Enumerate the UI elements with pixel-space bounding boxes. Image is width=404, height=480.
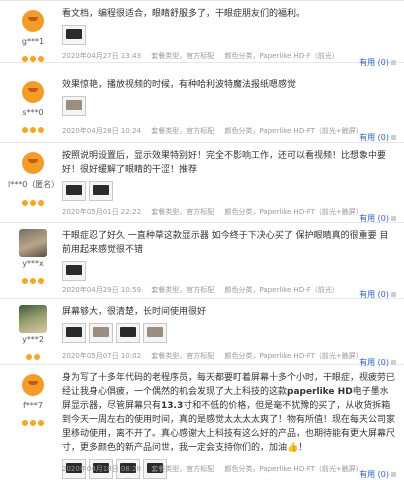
avatar — [19, 149, 47, 177]
review-item: f***7 身为写了十多年代码的老程序员，每天都要盯着屏幕十多个小时，干眼症，视… — [0, 365, 404, 480]
review-text: 屏幕够大，很清楚，长时间使用很好 — [62, 307, 207, 317]
review-photo[interactable] — [62, 261, 86, 281]
level-badges — [8, 191, 58, 206]
review-date: 2020年04月29日 10:59 — [62, 286, 142, 294]
review-meta: 2020年05月01日 22:22 套餐类型，官方标配 颜色分类，Paperli… — [62, 207, 396, 217]
review-item: s***0 效果惊艳，播放视频的时候，有种哈利波特魔法报纸嗯感觉 2020年04… — [0, 72, 404, 143]
color-option: 颜色分类，Paperlike HD-F（前光） — [224, 286, 339, 294]
reviewer: g***1 — [8, 7, 58, 62]
useful-label: 有用 (0) — [359, 214, 389, 223]
reviewer-name: y***x — [22, 259, 44, 268]
color-option: 颜色分类，Paperlike HD-FT（前光+触屏） — [224, 465, 363, 473]
color-option: 颜色分类，Paperlike HD-F（前光） — [224, 52, 339, 60]
review-date: 2020年04月28日 10:24 — [62, 127, 142, 135]
review-photo[interactable] — [62, 181, 86, 201]
color-option: 颜色分类，Paperlike HD-FT（前光+触屏） — [224, 352, 363, 360]
package-type: 套餐类型，官方标配 — [151, 127, 215, 135]
review-date: 2020年05月07日 10:02 — [62, 352, 142, 360]
review-text: 按照说明设置后，显示效果特别好！完全不影响工作，还可以看视频！比想象中要好！很好… — [62, 151, 387, 175]
review-photo[interactable] — [89, 181, 113, 201]
review-photo[interactable] — [89, 323, 113, 343]
level-badges — [8, 345, 58, 360]
review-meta: 2020年04月27日 13:43 套餐类型，官方标配 颜色分类，Paperli… — [62, 51, 396, 61]
color-option: 颜色分类，Paperlike HD-FT（前光+触屏） — [224, 208, 363, 216]
level-badges — [8, 411, 58, 426]
level-badges — [8, 118, 58, 133]
thumbs-up-icon — [391, 135, 396, 140]
level-badges — [8, 269, 58, 284]
useful-label: 有用 (0) — [359, 470, 389, 479]
useful-label: 有用 (0) — [359, 133, 389, 142]
review-text: 效果惊艳，播放视频的时候，有种哈利波特魔法报纸嗯感觉 — [62, 80, 297, 90]
useful-button[interactable]: 有用 (0) — [359, 132, 396, 143]
review-text: 看文档，编程很适合，眼睛舒服多了，干眼症朋友们的福利。 — [62, 9, 306, 19]
reviewer-name: g***1 — [21, 37, 45, 46]
review-item: y***2 屏幕够大，很清楚，长时间使用很好 2020年05月07日 10:02… — [0, 299, 404, 367]
useful-label: 有用 (0) — [359, 58, 389, 67]
review-photo[interactable] — [62, 96, 86, 116]
review-meta: 2020年05月07日 10:02 套餐类型，官方标配 颜色分类，Paperli… — [62, 351, 396, 361]
reviewer: y***x — [8, 229, 58, 284]
thumbs-up-icon — [391, 216, 396, 221]
reviewer: f***7 — [8, 371, 58, 426]
review-list: g***1 看文档，编程很适合，眼睛舒服多了，干眼症朋友们的福利。 2020年0… — [0, 0, 404, 480]
review-item: g***1 看文档，编程很适合，眼睛舒服多了，干眼症朋友们的福利。 2020年0… — [0, 1, 404, 67]
review-text: 干眼症忍了好久 一直种草这款显示器 如今终于下决心买了 保护眼睛真的很重要 目前… — [62, 231, 389, 255]
reviewer: l***0（匿名） — [8, 149, 60, 206]
useful-button[interactable]: 有用 (0) — [359, 57, 396, 68]
review-photo[interactable] — [62, 323, 86, 343]
color-option: 颜色分类，Paperlike HD-FT（前光+触屏） — [224, 127, 363, 135]
reviewer-name: s***0 — [22, 108, 44, 117]
review-item: y***x 干眼症忍了好久 一直种草这款显示器 如今终于下决心买了 保护眼睛真的… — [0, 223, 404, 299]
review-date: 2020年04月27日 13:43 — [62, 52, 142, 60]
package-type: 套餐类型，官方标配 — [151, 352, 215, 360]
review-meta: 2020年04月28日 10:24 套餐类型，官方标配 颜色分类，Paperli… — [62, 126, 396, 136]
package-type: 套餐类型，官方标配 — [151, 208, 215, 216]
reviewer: s***0 — [8, 78, 58, 133]
review-photo[interactable] — [143, 323, 167, 343]
review-item: l***0（匿名） 按照说明设置后，显示效果特别好！完全不影响工作，还可以看视频… — [0, 143, 404, 223]
level-badges — [8, 47, 58, 62]
avatar — [19, 78, 47, 106]
useful-button[interactable]: 有用 (0) — [359, 469, 396, 480]
package-type: 套餐类型，官方标配 — [151, 52, 215, 60]
review-meta: 2020年04月18日 08:28 套餐类型，官方标配 颜色分类，Paperli… — [62, 464, 396, 474]
avatar — [19, 229, 47, 257]
review-photo[interactable] — [62, 25, 86, 45]
avatar — [19, 7, 47, 35]
reviewer-name: y***2 — [22, 335, 44, 344]
reviewer: y***2 — [8, 305, 58, 360]
reviewer-name: l***0（匿名） — [8, 180, 60, 189]
package-type: 套餐类型，官方标配 — [151, 286, 215, 294]
review-meta: 2020年04月29日 10:59 套餐类型，官方标配 颜色分类，Paperli… — [62, 285, 396, 295]
avatar — [19, 305, 47, 333]
review-date: 2020年04月18日 08:28 — [62, 465, 142, 473]
package-type: 套餐类型，官方标配 — [151, 465, 215, 473]
avatar — [19, 371, 47, 399]
review-photo[interactable] — [116, 323, 140, 343]
thumbs-up-icon — [391, 472, 396, 477]
thumbs-up-icon — [391, 60, 396, 65]
review-date: 2020年05月01日 22:22 — [62, 208, 142, 216]
useful-label: 有用 (0) — [359, 290, 389, 299]
review-text: 身为写了十多年代码的老程序员，每天都要盯着屏幕十多个小时，干眼症，视疲劳已经让我… — [62, 373, 396, 453]
thumbs-up-icon — [391, 292, 396, 297]
reviewer-name: f***7 — [23, 401, 43, 410]
